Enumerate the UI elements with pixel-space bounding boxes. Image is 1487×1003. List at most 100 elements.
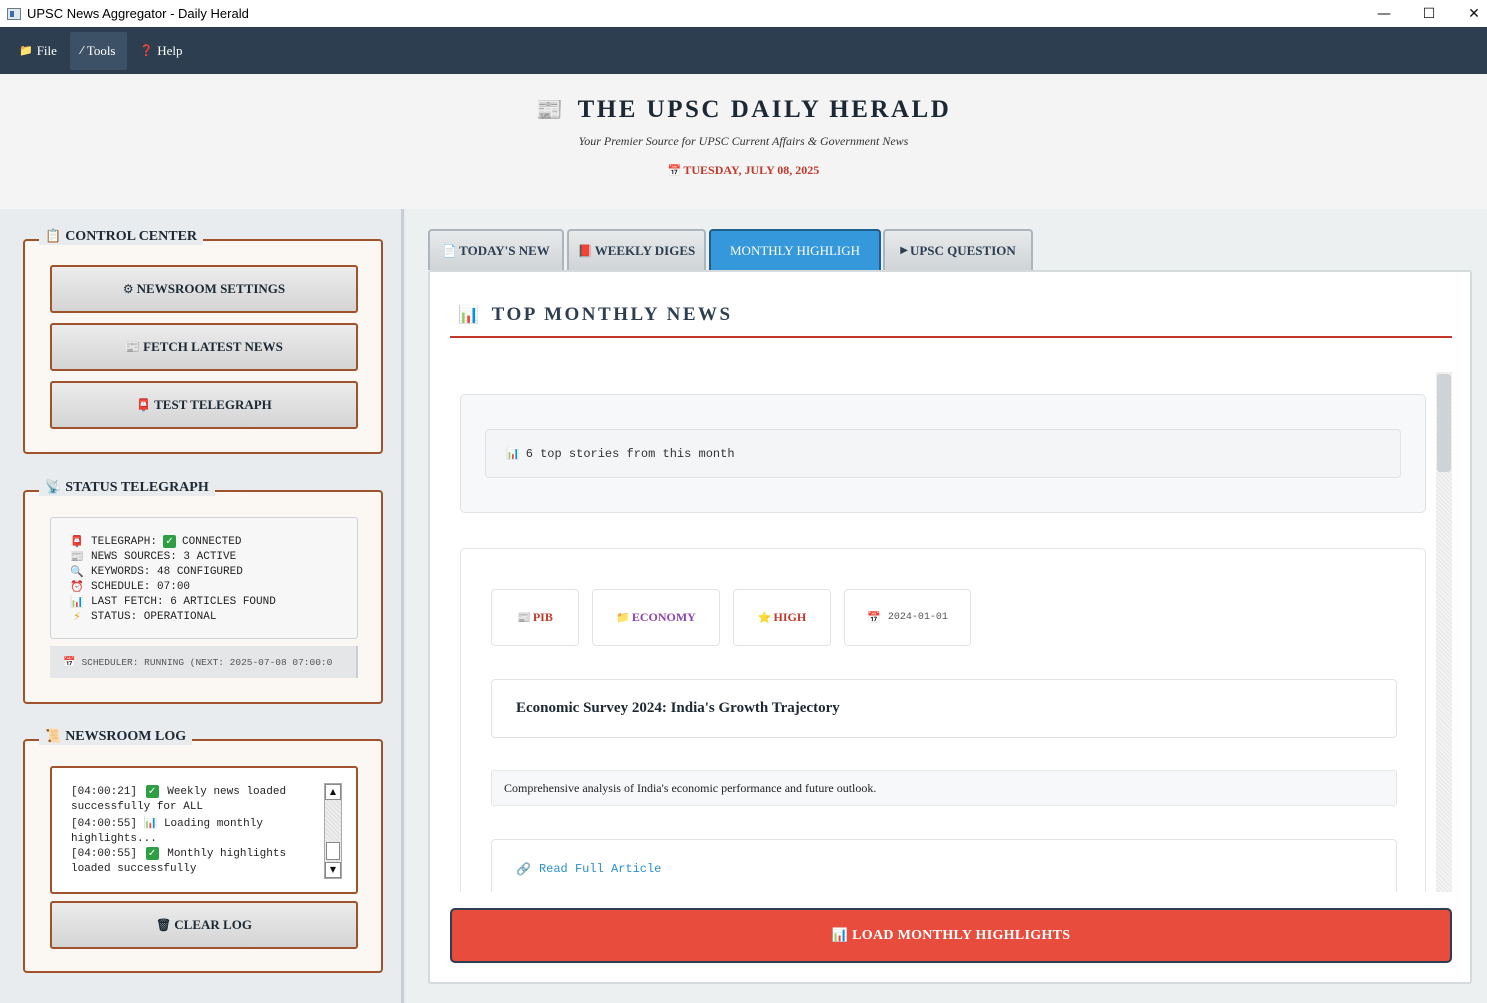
- folder-icon: 📁: [19, 44, 33, 57]
- priority-badge-text: HIGH: [773, 610, 807, 624]
- calendar-icon: 📅: [667, 164, 682, 177]
- section-heading-text: TOP MONTHLY NEWS: [491, 304, 733, 325]
- fetch-latest-news-button[interactable]: 📰 FETCH LATEST NEWS: [50, 323, 358, 371]
- section-heading: 📊 TOP MONTHLY NEWS: [458, 304, 733, 326]
- tab-content-frame: 📊 TOP MONTHLY NEWS 📊 6 top stories from th…: [428, 270, 1472, 984]
- status-telegraph-label: TELEGRAPH:: [91, 535, 158, 548]
- newsroom-log-title-text: NEWSROOM LOG: [65, 729, 187, 744]
- control-center-title: 📋 CONTROL CENTER: [39, 229, 204, 245]
- gear-icon: ⚙: [122, 282, 134, 296]
- window-titlebar: UPSC News Aggregator - Daily Herald — ☐ …: [0, 0, 1487, 27]
- status-keywords-text: KEYWORDS: 48 CONFIGURED: [91, 565, 243, 578]
- scroll-down-icon[interactable]: ▼: [325, 862, 341, 878]
- minimize-icon[interactable]: —: [1361, 0, 1407, 27]
- calendar-icon: 📅: [867, 611, 881, 624]
- log-entry: [04:00:21] ✓ Weekly news loaded successf…: [71, 785, 321, 815]
- read-full-article-link[interactable]: 🔗 Read Full Article: [491, 839, 1397, 892]
- load-monthly-highlights-button[interactable]: 📊 LOAD MONTHLY HIGHLIGHTS: [450, 908, 1452, 963]
- check-icon: ✓: [163, 535, 177, 548]
- menu-file-label: File: [36, 42, 57, 58]
- maximize-icon[interactable]: ☐: [1406, 0, 1452, 27]
- news-scrollbar[interactable]: [1436, 372, 1452, 892]
- control-center-group: 📋 CONTROL CENTER ⚙ NEWSROOM SETTINGS 📰 FETC…: [23, 229, 383, 454]
- news-scroll-thumb[interactable]: [1437, 374, 1451, 472]
- test-telegraph-label: TEST TELEGRAPH: [154, 397, 272, 412]
- newsroom-log-title: 📜 NEWSROOM LOG: [39, 729, 193, 745]
- log-text: [04:00:21] ✓ Weekly news loaded successf…: [71, 785, 321, 877]
- log-scroll-thumb[interactable]: [326, 842, 340, 860]
- read-full-article-text: Read Full Article: [538, 862, 662, 876]
- menu-tools-label: Tools: [86, 42, 116, 58]
- bar-chart-icon: 📊: [458, 305, 482, 325]
- log-time: [04:00:55]: [71, 818, 138, 830]
- status-schedule-text: SCHEDULE: 07:00: [91, 580, 191, 593]
- log-message: Monthly highlights: [167, 848, 287, 860]
- log-entry: [04:00:55] ✓ Monthly highlights loaded s…: [71, 847, 321, 877]
- bar-chart-icon: 📊: [143, 816, 158, 829]
- lightning-icon: ⚡: [73, 610, 81, 623]
- status-last-fetch-text: LAST FETCH: 6 ARTICLES FOUND: [91, 595, 276, 608]
- date-badge-text: 2024-01-01: [887, 612, 948, 623]
- scheduler-status-text: SCHEDULER: RUNNING (NEXT: 2025-07-08 07:…: [81, 656, 333, 668]
- masthead-title: 📰 THE UPSC DAILY HERALD: [0, 96, 1487, 124]
- article-summary: Comprehensive analysis of India's econom…: [491, 770, 1397, 806]
- play-icon: ▶: [900, 245, 908, 256]
- tab-weekly-digest[interactable]: 📕 WEEKLY DIGES: [567, 229, 706, 270]
- newsroom-settings-button[interactable]: ⚙ NEWSROOM SETTINGS: [50, 265, 358, 313]
- log-scrollbar[interactable]: ▲ ▼: [324, 783, 342, 879]
- status-line-last-fetch: 📊 LAST FETCH: 6 ARTICLES FOUND: [70, 594, 357, 609]
- mailbox-icon: 📮: [136, 398, 152, 412]
- app-icon: [7, 7, 21, 20]
- log-message: Weekly news loaded: [167, 786, 287, 798]
- log-entry: [04:00:55] 📊 Loading monthly highlights.…: [71, 815, 321, 847]
- log-message-cont: highlights...: [71, 833, 157, 845]
- check-icon: ✓: [145, 847, 159, 860]
- window-title: UPSC News Aggregator - Daily Herald: [27, 6, 249, 21]
- news-scroll-area[interactable]: 📊 6 top stories from this month 📰 PIB 📁 ECO…: [460, 372, 1426, 892]
- scheduler-status-bar: 📅 SCHEDULER: RUNNING (NEXT: 2025-07-08 07…: [50, 646, 358, 678]
- summary-text: 6 top stories from this month: [525, 446, 735, 461]
- status-sources-text: NEWS SOURCES: 3 ACTIVE: [91, 550, 237, 563]
- bar-chart-icon: 📊: [70, 595, 84, 608]
- date-badge: 📅 2024-01-01: [844, 589, 971, 646]
- menu-bar: 📁 File ⁄ Tools ❓ Help: [0, 27, 1487, 74]
- clear-log-label: CLEAR LOG: [174, 917, 252, 932]
- sidebar-divider[interactable]: [401, 209, 404, 1003]
- newsroom-log-group: 📜 NEWSROOM LOG [04:00:21] ✓ Weekly news l…: [23, 729, 383, 973]
- tab-todays-news[interactable]: 📄 TODAY'S NEW: [428, 229, 564, 270]
- tab-upsc-questions-label: UPSC QUESTION: [909, 242, 1016, 258]
- menu-help[interactable]: ❓ Help: [129, 32, 194, 70]
- clear-log-button[interactable]: 🗑 CLEAR LOG: [50, 901, 358, 949]
- section-divider: [450, 336, 1452, 338]
- scroll-icon: 📜: [45, 729, 62, 744]
- log-textbox[interactable]: [04:00:21] ✓ Weekly news loaded successf…: [50, 766, 358, 894]
- clipboard-icon: 📋: [45, 229, 62, 244]
- scroll-up-icon[interactable]: ▲: [325, 784, 341, 800]
- load-monthly-highlights-label: LOAD MONTHLY HIGHLIGHTS: [852, 927, 1071, 943]
- close-icon[interactable]: ✕: [1451, 0, 1487, 27]
- mailbox-icon: 📮: [70, 535, 84, 548]
- link-icon: 🔗: [516, 862, 531, 876]
- log-time: [04:00:55]: [71, 848, 138, 860]
- menu-file[interactable]: 📁 File: [8, 32, 68, 70]
- status-telegraph-title-text: STATUS TELEGRAPH: [65, 480, 209, 495]
- menu-tools[interactable]: ⁄ Tools: [69, 31, 127, 70]
- test-telegraph-button[interactable]: 📮 TEST TELEGRAPH: [50, 381, 358, 429]
- trash-icon: 🗑: [156, 918, 172, 932]
- masthead-date: 📅 TUESDAY, JULY 08, 2025: [0, 163, 1487, 178]
- summary-label: 📊 6 top stories from this month: [485, 429, 1401, 478]
- tab-weekly-digest-label: WEEKLY DIGES: [594, 242, 696, 258]
- source-badge-text: PIB: [532, 610, 553, 624]
- masthead-title-text: THE UPSC DAILY HERALD: [577, 96, 952, 123]
- satellite-icon: 📡: [45, 480, 62, 495]
- tab-monthly-highlights-label: MONTHLY HIGHLIGH: [730, 242, 860, 258]
- tab-monthly-highlights[interactable]: MONTHLY HIGHLIGH: [709, 229, 881, 270]
- main-panel: 📄 TODAY'S NEW 📕 WEEKLY DIGES MONTHLY HIGHL…: [406, 209, 1487, 1003]
- bar-chart-icon: 📊: [831, 928, 849, 943]
- tab-upsc-questions[interactable]: ▶ UPSC QUESTION: [883, 229, 1033, 270]
- priority-badge: ⭐ HIGH: [733, 589, 831, 646]
- category-badge-text: ECONOMY: [631, 610, 696, 624]
- source-badge: 📰 PIB: [491, 589, 579, 646]
- category-badge: 📁 ECONOMY: [592, 589, 720, 646]
- red-book-icon: 📕: [577, 243, 593, 258]
